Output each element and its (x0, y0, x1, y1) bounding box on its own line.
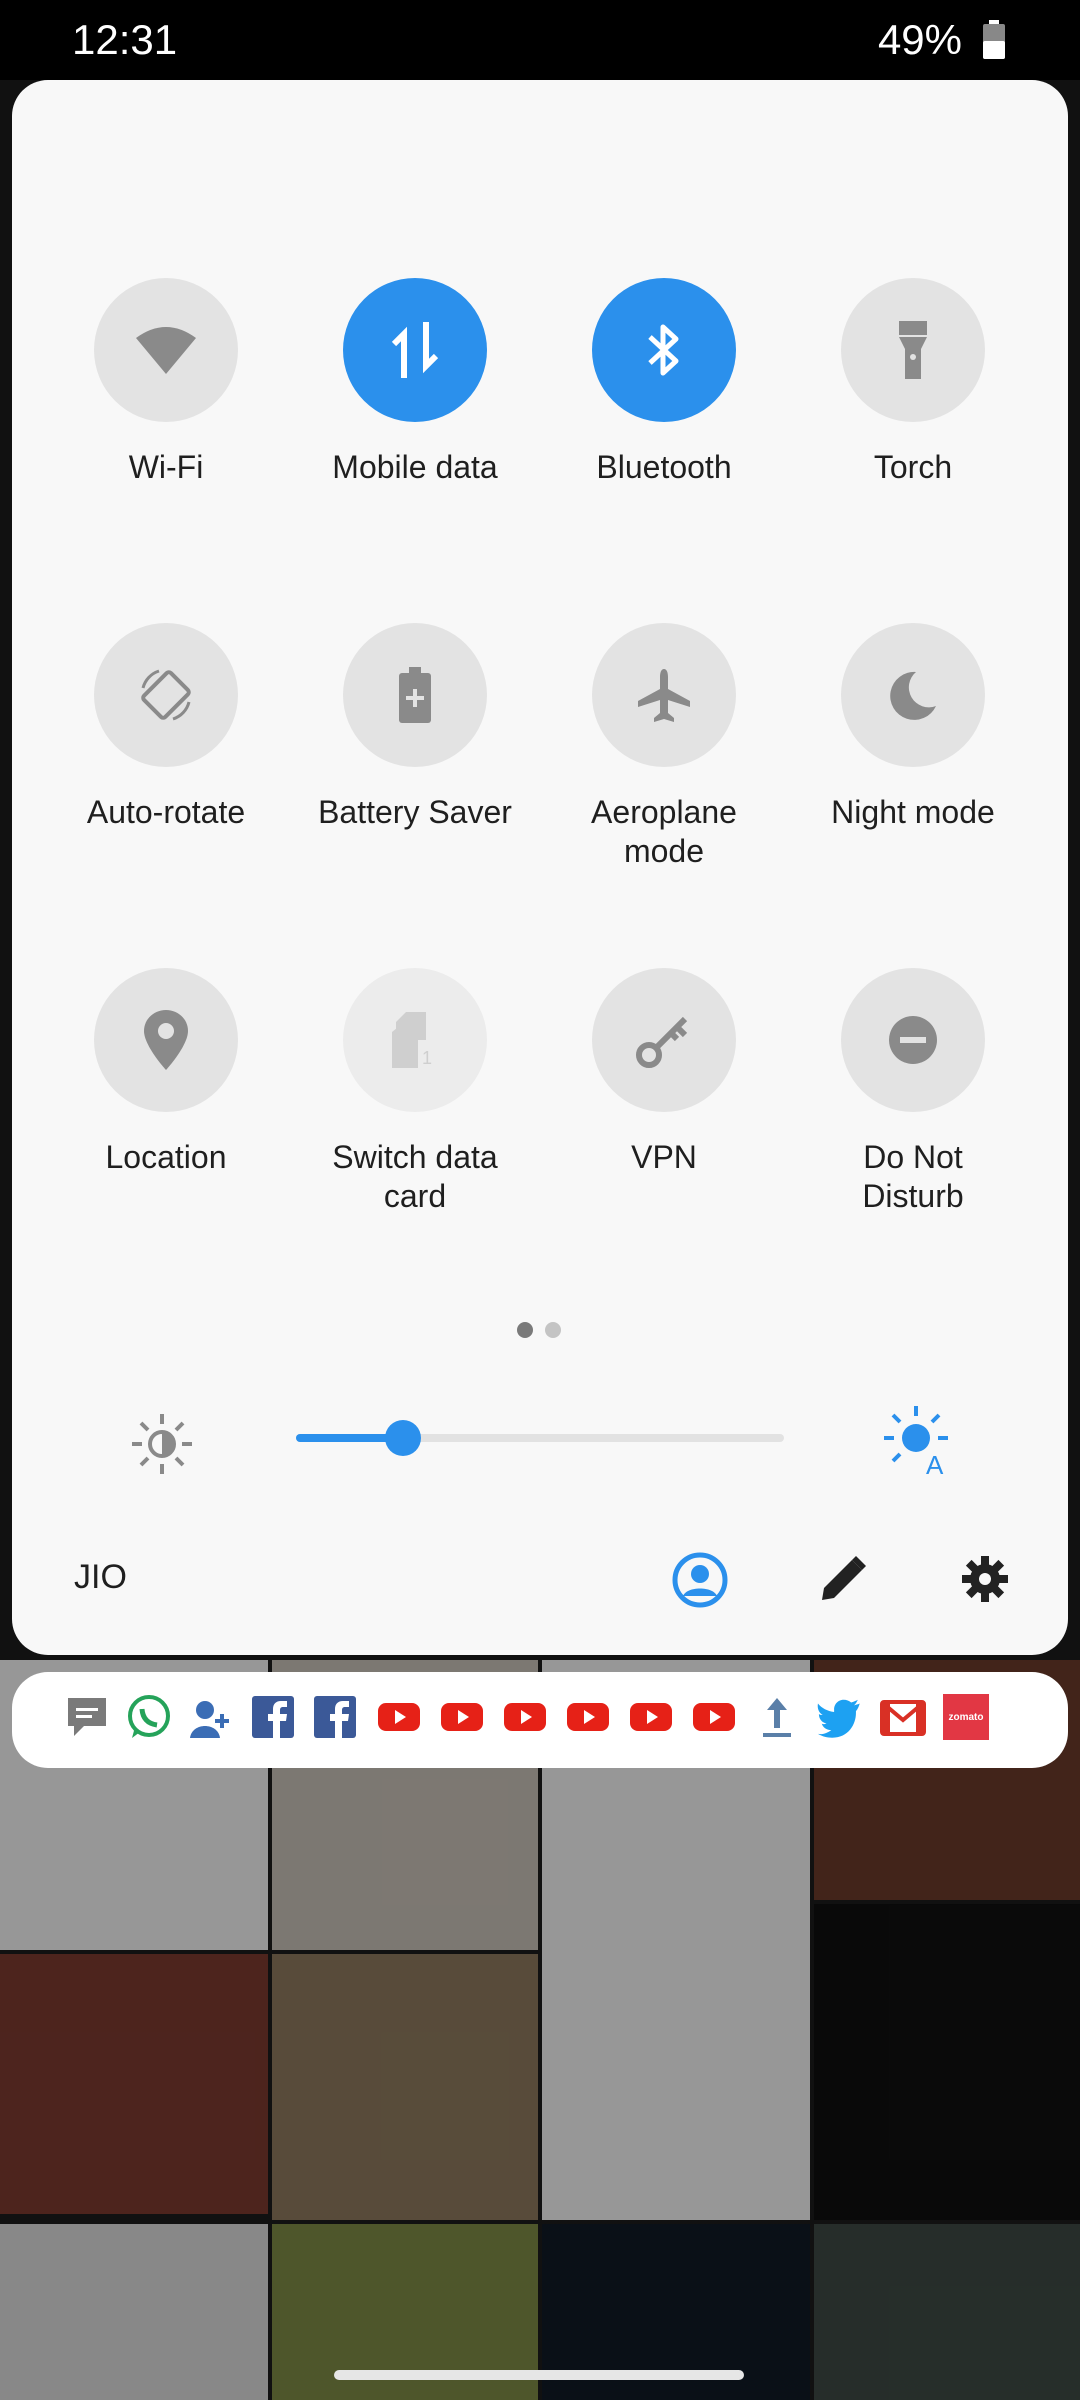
tile-bluetooth[interactable]: Bluetooth (564, 278, 764, 487)
sim-card-icon: 1 (392, 1012, 432, 1068)
youtube-icon[interactable] (376, 1694, 422, 1740)
bluetooth-icon (648, 324, 679, 376)
status-bar: 12:31 49% (0, 0, 1080, 80)
tile-torch[interactable]: Torch (813, 278, 1013, 487)
youtube-icon[interactable] (502, 1694, 548, 1740)
zomato-icon[interactable]: zomato (943, 1694, 989, 1740)
gmail-icon[interactable] (880, 1694, 926, 1740)
youtube-icon[interactable] (439, 1694, 485, 1740)
tile-mobile-data[interactable]: Mobile data (315, 278, 515, 487)
switch-data-card-toggle[interactable]: 1 (343, 968, 487, 1112)
auto-brightness-icon[interactable]: A (878, 1402, 950, 1476)
do-not-disturb-icon (889, 1016, 937, 1064)
do-not-disturb-toggle[interactable] (841, 968, 985, 1112)
zomato-label: zomato (948, 1711, 984, 1723)
notification-icon-strip[interactable]: zomato (12, 1672, 1068, 1768)
tile-aeroplane-mode[interactable]: Aeroplane mode (564, 623, 764, 871)
tile-label: Wi-Fi (128, 449, 204, 485)
settings-gear-icon[interactable] (962, 1556, 1008, 1602)
night-mode-toggle[interactable] (841, 623, 985, 767)
wifi-toggle[interactable] (94, 278, 238, 422)
battery-icon (983, 20, 1005, 59)
mobile-data-toggle[interactable] (343, 278, 487, 422)
tile-label: VPN (631, 1139, 697, 1175)
page-dot[interactable] (545, 1322, 561, 1338)
tile-label: Switch data card (332, 1139, 498, 1214)
page-dot-active[interactable] (517, 1322, 533, 1338)
bluetooth-toggle[interactable] (592, 278, 736, 422)
battery-percentage: 49% (877, 16, 962, 63)
brightness-low-icon (132, 1414, 192, 1474)
facebook-icon[interactable] (312, 1694, 358, 1740)
tile-battery-saver[interactable]: Battery Saver (315, 623, 515, 832)
svg-text:1: 1 (422, 1048, 432, 1068)
whatsapp-icon[interactable] (126, 1694, 172, 1740)
mobile-data-icon (391, 322, 439, 378)
tile-label: Night mode (831, 794, 995, 830)
tile-label: Torch (873, 449, 953, 485)
tile-label: Battery Saver (318, 794, 512, 830)
facebook-icon[interactable] (250, 1694, 296, 1740)
torch-icon (899, 321, 927, 379)
tile-night-mode[interactable]: Night mode (813, 623, 1013, 832)
messages-icon[interactable] (64, 1694, 110, 1740)
aeroplane-icon (638, 669, 690, 722)
youtube-icon[interactable] (691, 1694, 737, 1740)
tile-label: Mobile data (332, 449, 498, 485)
tile-label: Auto-rotate (86, 794, 246, 830)
torch-toggle[interactable] (841, 278, 985, 422)
twitter-icon[interactable] (817, 1694, 863, 1740)
auto-rotate-toggle[interactable] (94, 623, 238, 767)
edit-pencil-icon[interactable] (820, 1556, 866, 1602)
night-mode-icon (890, 671, 936, 720)
tile-location[interactable]: Location (66, 968, 266, 1177)
aeroplane-toggle[interactable] (592, 623, 736, 767)
location-icon (144, 1010, 188, 1070)
auto-rotate-icon (141, 669, 191, 721)
svg-text:A: A (926, 1450, 944, 1476)
wifi-icon (136, 327, 196, 374)
page-indicator (517, 1322, 573, 1343)
user-account-icon[interactable] (672, 1552, 728, 1608)
youtube-icon[interactable] (628, 1694, 674, 1740)
tile-label: Bluetooth (596, 449, 732, 485)
battery-saver-toggle[interactable] (343, 623, 487, 767)
battery-saver-icon (399, 667, 431, 723)
tile-label: Location (105, 1139, 227, 1175)
upload-icon[interactable] (754, 1694, 800, 1740)
tile-do-not-disturb[interactable]: Do Not Disturb (813, 968, 1013, 1216)
tile-label: Aeroplane mode (591, 794, 737, 869)
tile-auto-rotate[interactable]: Auto-rotate (66, 623, 266, 832)
tile-switch-data-card[interactable]: 1 Switch data card (315, 968, 515, 1216)
vpn-key-icon (636, 1016, 688, 1068)
tile-vpn[interactable]: VPN (564, 968, 764, 1177)
vpn-toggle[interactable] (592, 968, 736, 1112)
carrier-name: JIO (74, 1558, 127, 1596)
location-toggle[interactable] (94, 968, 238, 1112)
tile-label: Do Not Disturb (862, 1139, 964, 1214)
contacts-icon[interactable] (188, 1694, 234, 1740)
tile-wifi[interactable]: Wi-Fi (66, 278, 266, 487)
clock: 12:31 (72, 16, 178, 63)
youtube-icon[interactable] (565, 1694, 611, 1740)
gesture-navigation-handle[interactable] (334, 2370, 744, 2380)
